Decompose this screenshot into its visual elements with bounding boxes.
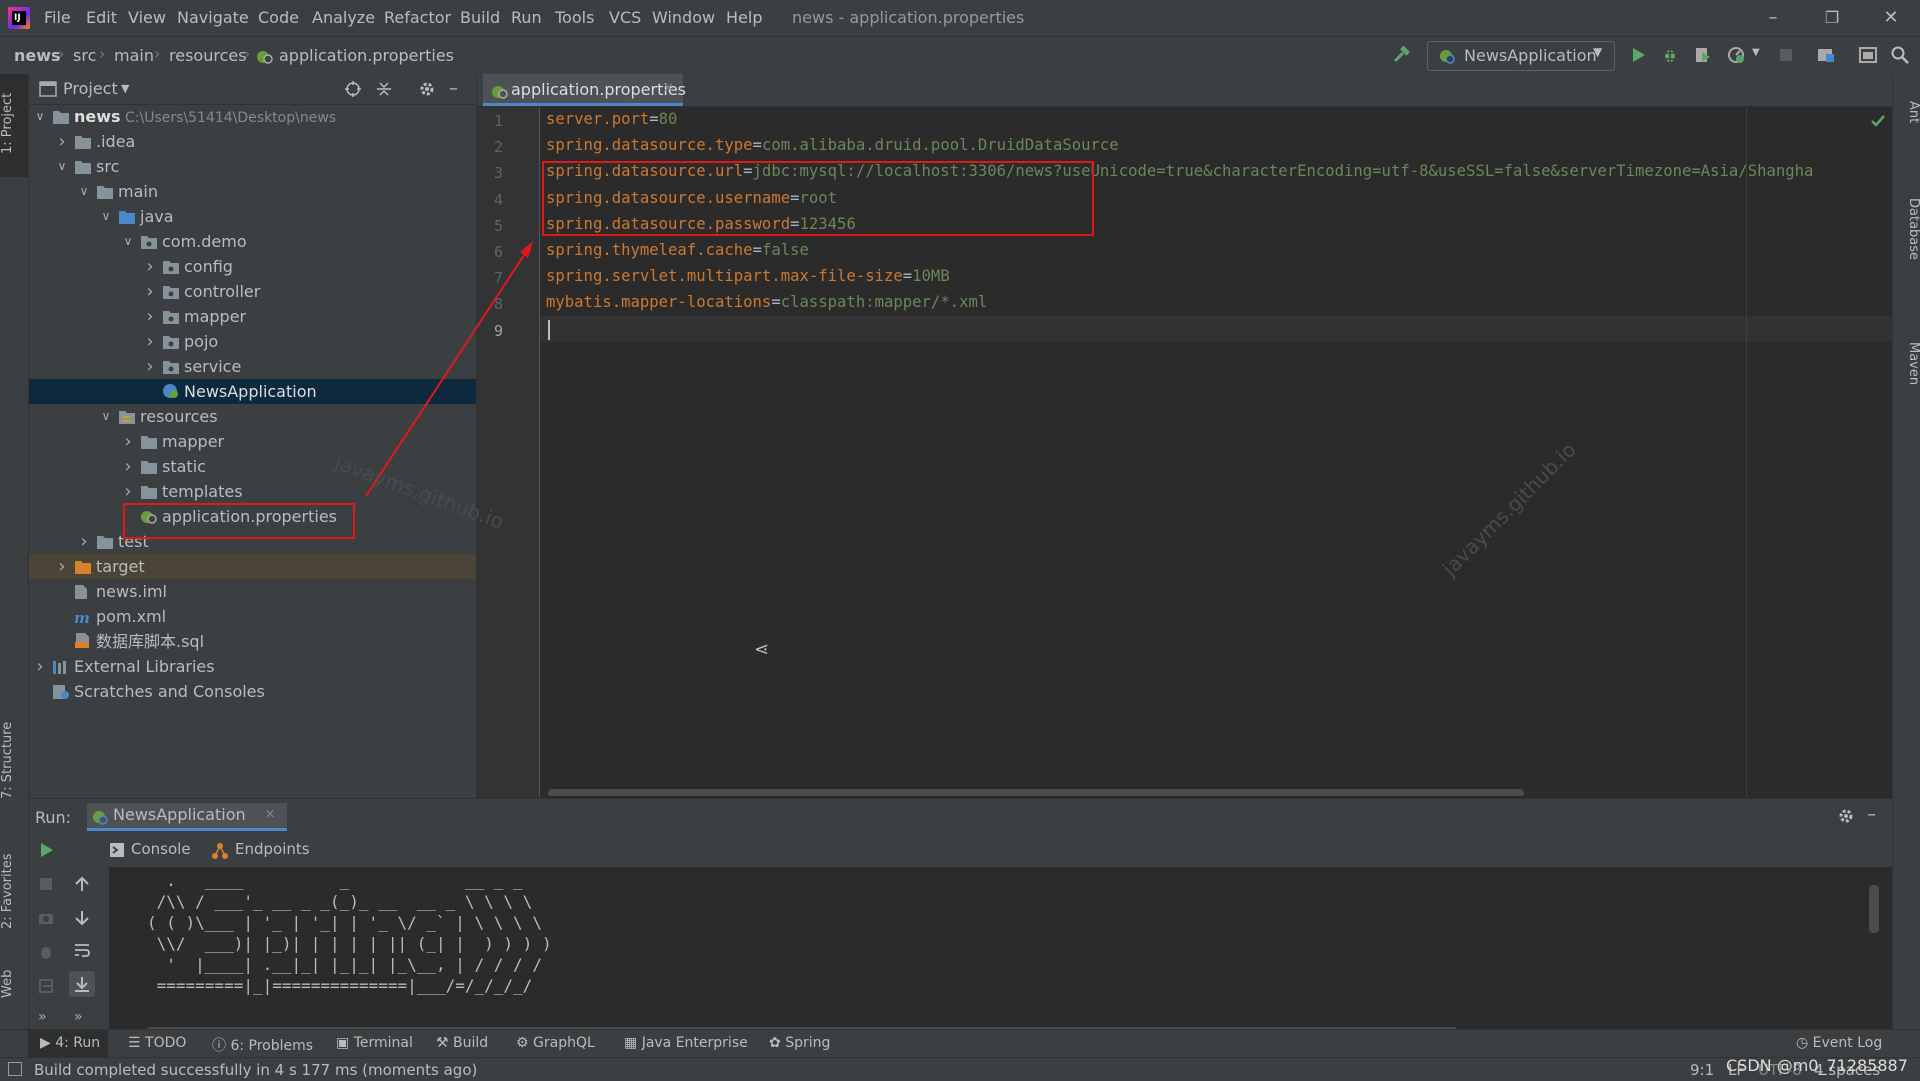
graphql-tool-button[interactable]: ⚙ GraphQL xyxy=(516,1035,595,1051)
vertical-scrollbar[interactable] xyxy=(1869,885,1879,933)
console-line: \\/ ___)| |_)| | | | | || (_| | ) ) ) ) xyxy=(147,934,552,953)
csdn-watermark: CSDN @m0_71285887 xyxy=(1726,1056,1908,1075)
spring-tool-button[interactable]: ✿ Spring xyxy=(769,1035,830,1051)
console-line: . ____ _ __ _ _ xyxy=(147,871,523,890)
run-panel-title: Run: xyxy=(35,808,72,827)
debug-icon[interactable] xyxy=(37,943,55,961)
console-line: =========|_|==============|___/=/_/_/_/ xyxy=(147,976,533,995)
close-tab-icon[interactable]: ✕ xyxy=(265,807,275,821)
arrow-up-icon[interactable] xyxy=(73,875,91,893)
caret-position[interactable]: 9:1 xyxy=(1690,1061,1714,1079)
scroll-to-end-button[interactable] xyxy=(69,971,95,997)
soft-wrap-icon[interactable] xyxy=(73,941,91,959)
todo-tool-label: TODO xyxy=(145,1035,187,1051)
problems-tool-label: 6: Problems xyxy=(230,1038,314,1054)
terminal-tool-button[interactable]: ▣ Terminal xyxy=(336,1035,413,1051)
console-line: ' |____| .__|_| |_|_| |_\__, | / / / / xyxy=(147,955,542,974)
event-log-button[interactable]: ◷ Event Log xyxy=(1796,1035,1882,1051)
todo-tool-button[interactable]: ☰ TODO xyxy=(128,1035,186,1051)
graphql-tool-label: GraphQL xyxy=(533,1035,595,1051)
status-message: Build completed successfully in 4 s 177 … xyxy=(34,1061,478,1079)
rerun-icon[interactable] xyxy=(37,841,55,859)
run-tab-label: NewsApplication xyxy=(113,805,246,824)
hide-panel-icon[interactable]: – xyxy=(1867,804,1876,825)
arrow-down-icon[interactable] xyxy=(73,909,91,927)
build-tool-button[interactable]: ⚒ Build xyxy=(436,1035,488,1051)
java-enterprise-tool-label: Java Enterprise xyxy=(641,1035,748,1051)
console-line: ( ( )\___ | '_ | '_| | '_ \/ _` | \ \ \ … xyxy=(147,913,542,932)
stop-icon[interactable] xyxy=(37,875,55,893)
console-line: /\\ / ___'_ __ _ _(_)_ __ __ _ \ \ \ \ xyxy=(147,892,533,911)
event-log-label: Event Log xyxy=(1812,1035,1883,1051)
more-actions-icon[interactable]: » xyxy=(74,1009,83,1025)
camera-icon[interactable] xyxy=(37,909,55,927)
status-bar: Build completed successfully in 4 s 177 … xyxy=(0,1056,1920,1081)
spring-tool-label: Spring xyxy=(785,1035,831,1051)
tool-window-strip: ▶ 4: Run ☰ TODO ⓘ 6: Problems ▣ Terminal… xyxy=(0,1029,1920,1058)
run-tool-label: 4: Run xyxy=(55,1035,101,1051)
run-toolbar-vertical: » » xyxy=(29,835,109,1039)
spring-boot-icon xyxy=(91,808,109,826)
exit-icon[interactable] xyxy=(37,977,55,995)
run-tab-newsapplication[interactable]: NewsApplication ✕ xyxy=(87,803,287,831)
more-actions-icon[interactable]: » xyxy=(38,1009,47,1025)
run-subtabs: Console Endpoints xyxy=(109,833,1892,867)
problems-tool-button[interactable]: ⓘ 6: Problems xyxy=(212,1035,313,1055)
console-icon xyxy=(109,842,125,858)
console-tab[interactable]: Console xyxy=(131,840,191,858)
tool-windows-toggle-icon[interactable] xyxy=(8,1062,22,1076)
run-panel: Run: NewsApplication ✕ – » » Console End… xyxy=(29,798,1892,1039)
run-tool-button[interactable]: ▶ 4: Run xyxy=(40,1035,100,1051)
endpoints-tab[interactable]: Endpoints xyxy=(235,840,310,858)
console-output[interactable]: . ____ _ __ _ _ /\\ / ___'_ __ _ _(_)_ _… xyxy=(109,867,1892,1039)
terminal-tool-label: Terminal xyxy=(353,1035,413,1051)
endpoints-icon xyxy=(211,842,229,860)
gear-icon[interactable] xyxy=(1837,807,1855,825)
java-enterprise-tool-button[interactable]: ▦ Java Enterprise xyxy=(624,1035,748,1051)
build-tool-label: Build xyxy=(453,1035,489,1051)
